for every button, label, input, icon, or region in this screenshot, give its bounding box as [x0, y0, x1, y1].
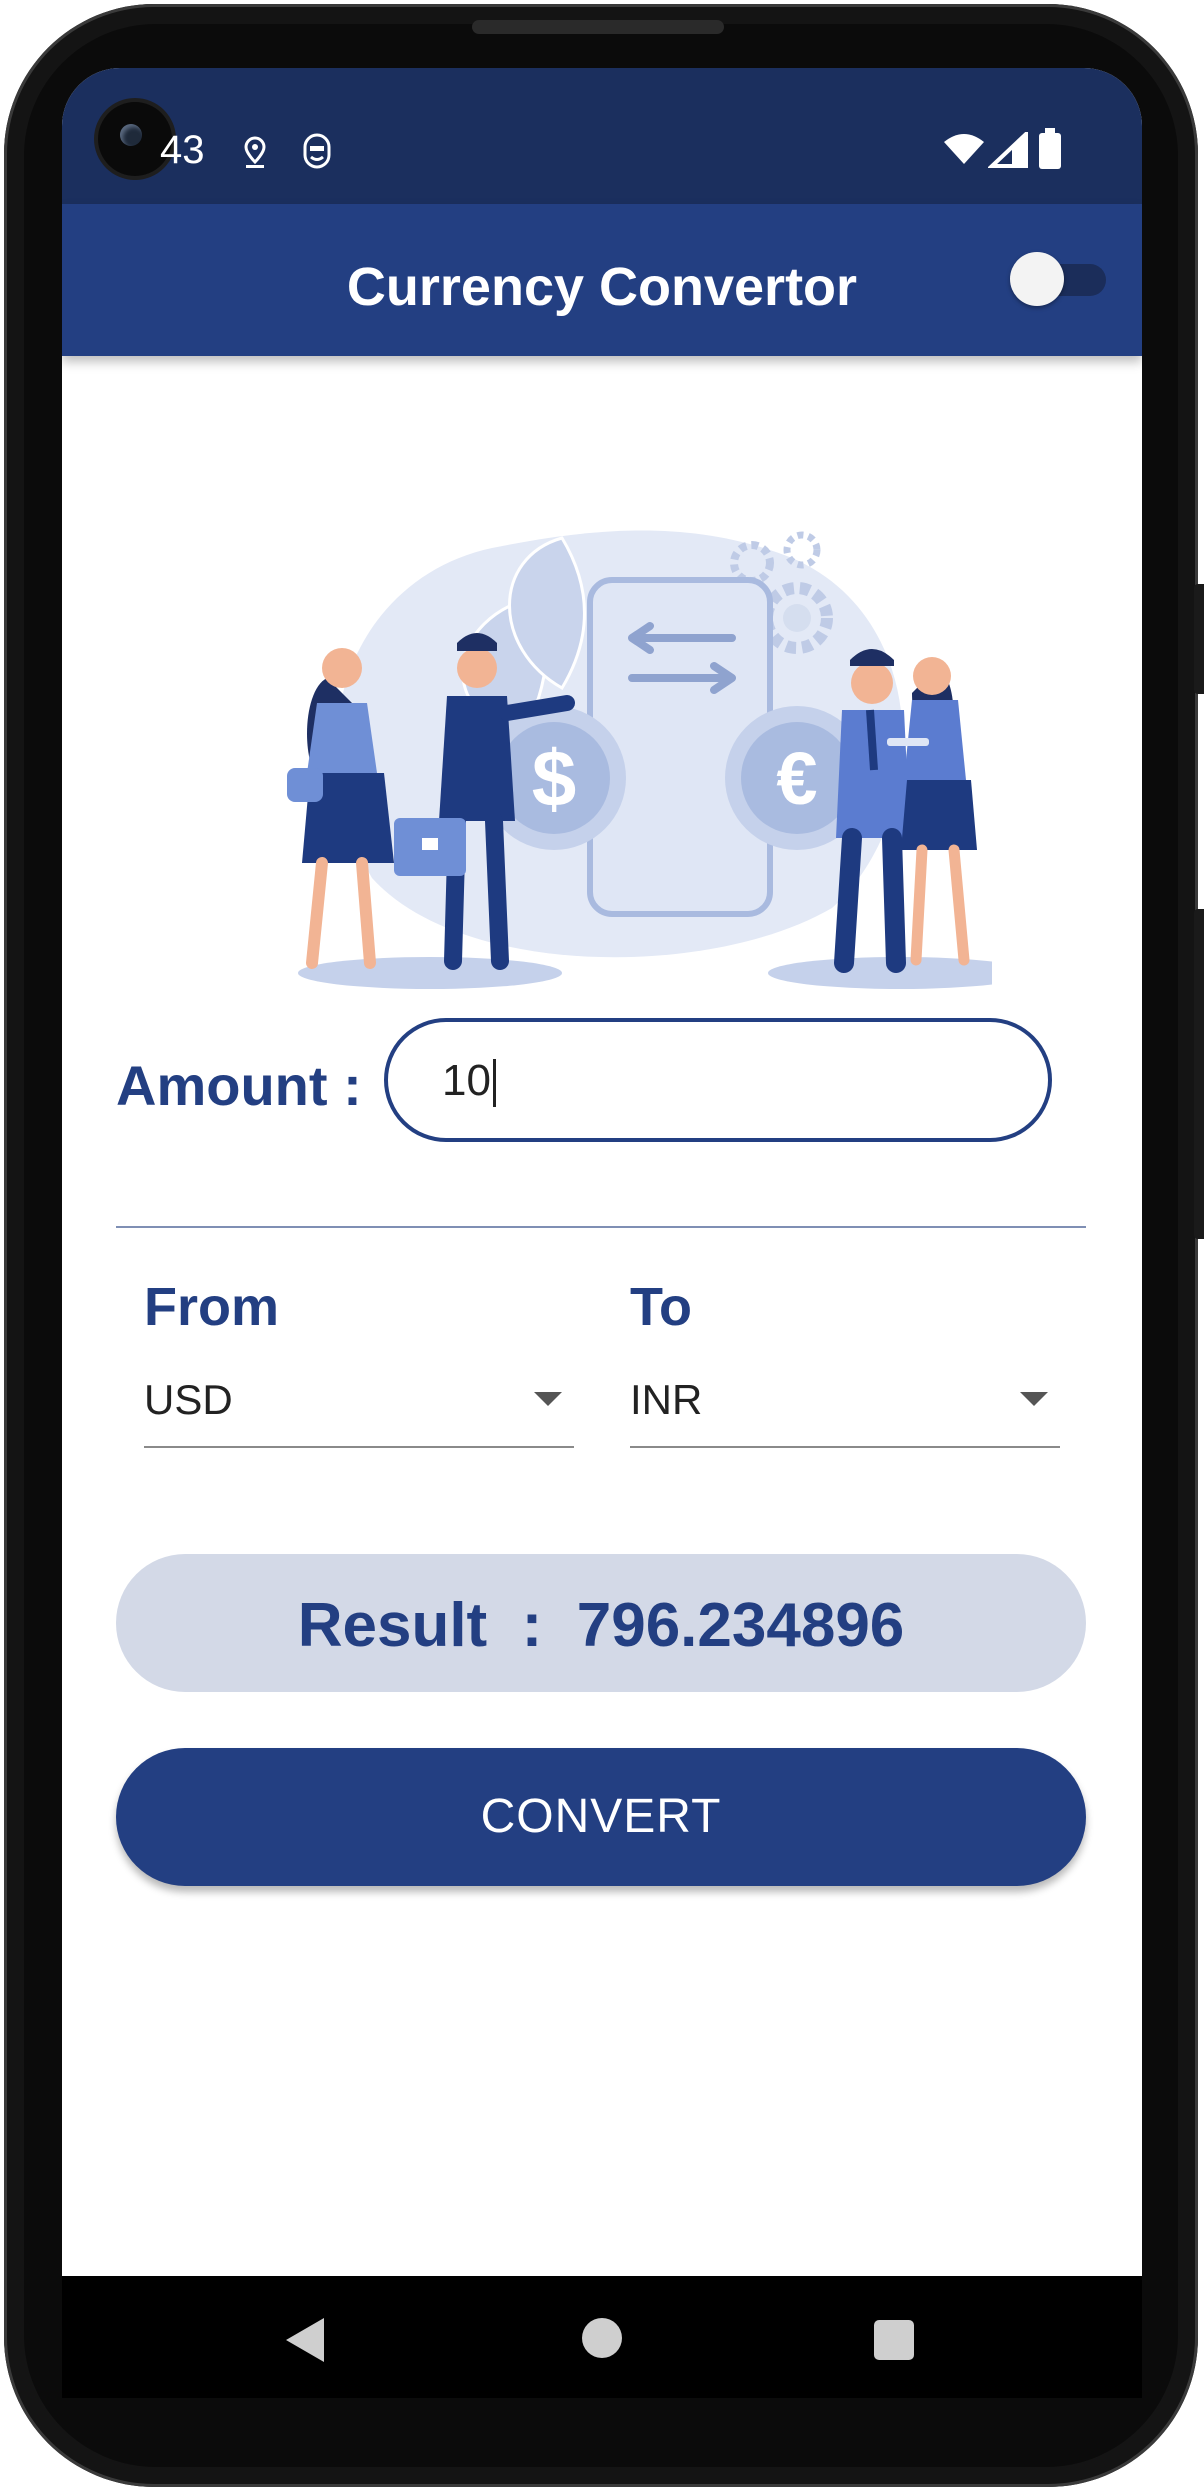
privacy-icon — [303, 133, 331, 169]
earpiece-speaker — [472, 20, 724, 34]
home-icon[interactable] — [582, 2318, 622, 2358]
gear-icon — [783, 531, 821, 569]
recents-icon[interactable] — [874, 2320, 914, 2360]
page-title: Currency Convertor — [346, 257, 858, 317]
ground-shadow — [298, 957, 562, 989]
currency-exchange-illustration: $ € — [287, 530, 992, 989]
result-text: Result : 796.234896 — [297, 1591, 905, 1660]
to-label: To — [630, 1277, 692, 1337]
system-nav-bar — [62, 2276, 1142, 2398]
from-currency-value: USD — [144, 1376, 233, 1423]
result-box: Result : 796.234896 — [116, 1554, 1086, 1692]
amount-value-wrapper: 10 — [442, 1056, 496, 1108]
screen: 43 Currency Convertor $ € Amount: 10 Fr… — [62, 68, 1142, 2398]
wifi-icon — [944, 134, 984, 164]
theme-toggle-switch[interactable] — [1010, 252, 1106, 306]
text-cursor — [492, 1059, 496, 1108]
location-icon — [244, 136, 266, 168]
to-currency-select[interactable]: INR — [630, 1370, 1060, 1448]
gear-icon — [783, 604, 811, 632]
side-button-power — [1194, 584, 1204, 694]
back-icon[interactable] — [286, 2318, 324, 2362]
to-currency-value: INR — [630, 1376, 703, 1423]
from-currency-select[interactable]: USD — [144, 1370, 574, 1448]
convert-button[interactable]: CONVERT — [116, 1748, 1086, 1886]
from-label: From — [144, 1277, 279, 1337]
side-button-volume — [1194, 909, 1204, 1239]
battery-icon — [1039, 128, 1061, 169]
euro-symbol: € — [776, 737, 817, 820]
chevron-down-icon — [1020, 1392, 1048, 1406]
status-bar: 43 — [62, 68, 1142, 204]
app-bar: Currency Convertor — [62, 204, 1142, 356]
status-time: 43 — [160, 128, 205, 172]
toggle-thumb — [1010, 252, 1064, 306]
signal-icon — [988, 132, 1028, 168]
amount-input[interactable]: 10 — [384, 1018, 1052, 1142]
ground-shadow — [768, 957, 992, 989]
chevron-down-icon — [534, 1392, 562, 1406]
amount-label: Amount : — [116, 1054, 362, 1117]
dollar-symbol: $ — [532, 734, 577, 823]
amount-value: 10 — [442, 1056, 491, 1105]
divider — [116, 1226, 1086, 1228]
